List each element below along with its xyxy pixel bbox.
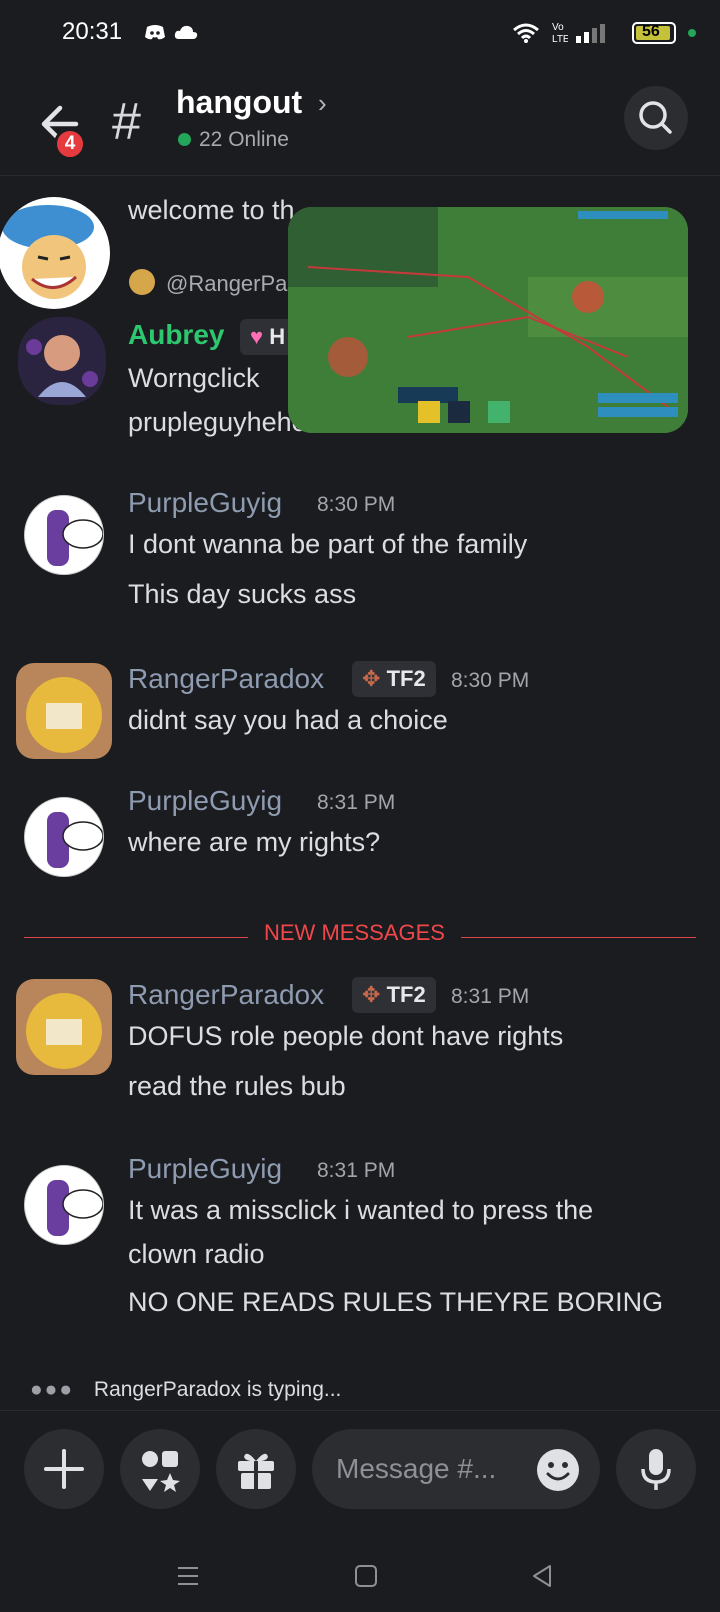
message-text: clown radio [128, 1239, 265, 1269]
mic-icon [641, 1449, 671, 1490]
avatar[interactable] [0, 197, 110, 309]
username[interactable]: PurpleGuyig [128, 1153, 282, 1185]
menu-icon[interactable] [176, 1564, 200, 1588]
game-video-frame [288, 207, 688, 433]
message-text: NO ONE READS RULES THEYRE BORING [128, 1287, 664, 1317]
role-badge: ♥ H [240, 319, 296, 355]
typing-dots-icon: ●●● [30, 1378, 75, 1401]
timestamp: 8:31 PM [317, 791, 396, 814]
avatar[interactable] [16, 979, 112, 1075]
typing-text: RangerParadox is typing... [93, 1378, 342, 1401]
avatar[interactable] [24, 495, 104, 575]
add-attachment-button[interactable] [24, 1429, 104, 1509]
unread-badge: 4 [54, 128, 86, 160]
voice-message-button[interactable] [616, 1429, 696, 1509]
message-input-box[interactable] [312, 1429, 600, 1509]
timestamp: 8:30 PM [451, 669, 530, 692]
timestamp: 8:30 PM [317, 493, 396, 516]
message-text: where are my rights? [128, 827, 381, 857]
role-badge: ✥ TF2 [352, 661, 436, 697]
cloud-icon [174, 25, 198, 39]
tf2-role-icon: ✥ [362, 666, 381, 691]
new-messages-label: NEW MESSAGES [248, 920, 461, 946]
apps-button[interactable] [120, 1429, 200, 1509]
search-icon [639, 101, 672, 134]
status-time: 20:31 [62, 18, 123, 45]
typing-indicator: ●●● RangerParadox is typing... [30, 1378, 341, 1402]
username[interactable]: RangerParadox [128, 979, 324, 1011]
message-text: Worngclick [128, 363, 260, 393]
apps-icon [142, 1451, 180, 1492]
emoji-icon[interactable] [536, 1448, 580, 1492]
signal-icon [576, 24, 605, 43]
username[interactable]: RangerParadox [128, 663, 324, 695]
channel-hash-icon: # [112, 93, 141, 151]
composer-bar [0, 1410, 720, 1522]
message-text: welcome to th [128, 195, 295, 225]
message-text: It was a missclick i wanted to press the [128, 1195, 594, 1225]
plus-icon [44, 1449, 84, 1489]
gift-icon [238, 1453, 274, 1489]
home-icon[interactable] [354, 1564, 378, 1588]
svg-text:LTE: LTE [552, 34, 568, 44]
tf2-role-icon: ✥ [362, 982, 381, 1007]
channel-name[interactable]: hangout [176, 84, 302, 121]
wifi-icon [513, 23, 539, 43]
heart-icon: ♥ [250, 324, 264, 349]
message-text: DOFUS role people dont have rights [128, 1021, 564, 1051]
online-dot [178, 133, 191, 146]
volte-icon: VoLTE [552, 22, 568, 44]
avatar[interactable] [16, 663, 112, 759]
status-bar: 20:31 Vo LTE 56 [0, 0, 720, 64]
chevron-right-icon[interactable]: › [318, 88, 327, 119]
message-input[interactable] [336, 1449, 516, 1489]
reply-avatar-icon [129, 269, 155, 295]
notification-dot [688, 29, 696, 37]
back-nav-icon[interactable] [530, 1564, 554, 1588]
message-text: read the rules bub [128, 1071, 346, 1101]
username[interactable]: Aubrey [128, 319, 224, 351]
message-text: didnt say you had a choice [128, 705, 448, 735]
video-pip-overlay[interactable] [288, 207, 688, 433]
role-badge: ✥ TF2 [352, 977, 436, 1013]
timestamp: 8:31 PM [451, 985, 530, 1008]
timestamp: 8:31 PM [317, 1159, 396, 1182]
battery-icon: 56 [632, 22, 676, 44]
message-text: I dont wanna be part of the family [128, 529, 528, 559]
discord-icon [145, 25, 165, 40]
system-nav-bar [0, 1522, 720, 1612]
online-count: 22 Online [178, 128, 289, 152]
username[interactable]: PurpleGuyig [128, 487, 282, 519]
reply-mention[interactable]: @RangerPa [166, 271, 287, 297]
svg-text:Vo: Vo [552, 22, 564, 33]
channel-header: 4 # hangout › 22 Online [0, 70, 720, 176]
avatar[interactable] [18, 317, 106, 405]
username[interactable]: PurpleGuyig [128, 785, 282, 817]
battery-level: 56 [642, 23, 660, 40]
search-button[interactable] [624, 86, 688, 150]
avatar[interactable] [24, 1165, 104, 1245]
message-text: This day sucks ass [128, 579, 357, 609]
avatar[interactable] [24, 797, 104, 877]
gift-button[interactable] [216, 1429, 296, 1509]
